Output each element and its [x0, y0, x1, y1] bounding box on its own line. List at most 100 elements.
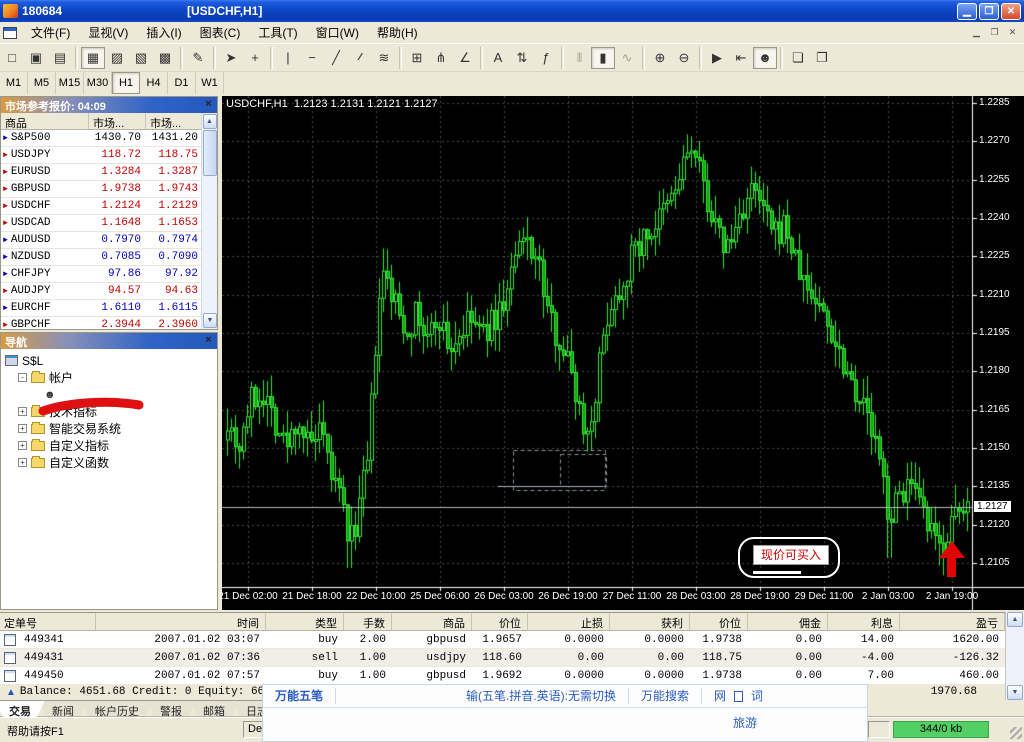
quote-row[interactable]: ►USDCHF1.21241.2129	[1, 198, 217, 215]
vertical-line-button[interactable]: |	[276, 47, 300, 69]
tree-expander-icon[interactable]: +	[18, 441, 27, 450]
tile-windows-button[interactable]: ❏	[786, 47, 810, 69]
menu-窗口(W)[interactable]: 窗口(W)	[307, 21, 368, 44]
orders-column-8[interactable]: 价位	[690, 613, 748, 630]
period-D1[interactable]: D1	[168, 72, 196, 94]
quote-row[interactable]: ►NZDUSD0.70850.7090	[1, 249, 217, 266]
nav-item-帐户[interactable]: -帐户	[3, 369, 217, 386]
arrow-objects-button[interactable]: ⇅	[510, 47, 534, 69]
order-row[interactable]: 4494312007.01.02 07:36sell1.00usdjpy118.…	[0, 649, 1024, 667]
close-button[interactable]: ✕	[1001, 3, 1021, 20]
orders-column-11[interactable]: 盈亏	[900, 613, 1005, 630]
order-row[interactable]: 4494502007.01.02 07:57buy1.00gbpusd1.969…	[0, 667, 1024, 685]
quote-row[interactable]: ►USDJPY118.72118.75	[1, 147, 217, 164]
scroll-down-icon[interactable]: ▼	[1007, 685, 1023, 700]
tree-expander-icon[interactable]: -	[18, 373, 27, 382]
cascade-windows-button[interactable]: ❐	[810, 47, 834, 69]
horizontal-line-button[interactable]: −	[300, 47, 324, 69]
trendline-button[interactable]: ╱	[324, 47, 348, 69]
period-M15[interactable]: M15	[56, 72, 84, 94]
child-close-button[interactable]: ✕	[1005, 26, 1020, 39]
quote-row[interactable]: ►GBPUSD1.97381.9743	[1, 181, 217, 198]
ime-tools[interactable]: 网词	[702, 688, 775, 704]
mw-column-0[interactable]: 商品	[1, 113, 89, 129]
period-M5[interactable]: M5	[28, 72, 56, 94]
quote-row[interactable]: ►GBPCHF2.39442.3960	[1, 317, 217, 330]
cursor-button[interactable]: ➤	[219, 47, 243, 69]
navigator-close-icon[interactable]: ×	[202, 334, 215, 347]
chart-window-icon[interactable]	[3, 27, 17, 39]
grid-button[interactable]: ⊞	[405, 47, 429, 69]
mw-column-2[interactable]: 市场...	[146, 113, 203, 129]
line-chart-button[interactable]: ∿	[615, 47, 639, 69]
menu-显视(V)[interactable]: 显视(V)	[79, 21, 137, 44]
page-icon[interactable]	[734, 691, 743, 702]
quote-row[interactable]: ►CHFJPY97.8697.92	[1, 266, 217, 283]
period-W1[interactable]: W1	[196, 72, 224, 94]
ime-candidate[interactable]: 旅游	[733, 714, 757, 731]
ime-input-area[interactable]	[336, 688, 454, 704]
menu-帮助(H)[interactable]: 帮助(H)	[368, 21, 427, 44]
menu-图表(C)[interactable]: 图表(C)	[191, 21, 250, 44]
nav-item-自定义指标[interactable]: +自定义指标	[3, 437, 217, 454]
tab-交易[interactable]: 交易	[0, 700, 45, 717]
orders-column-2[interactable]: 类型	[266, 613, 344, 630]
ime-word-button[interactable]: 词	[751, 689, 763, 703]
child-restore-button[interactable]: ❐	[987, 26, 1002, 39]
terminal-button[interactable]: ▧	[129, 47, 153, 69]
orders-column-1[interactable]: 时间	[96, 613, 266, 630]
orders-column-5[interactable]: 价位	[472, 613, 528, 630]
orders-scrollbar[interactable]: ▲ ▼	[1005, 612, 1024, 700]
orders-column-7[interactable]: 获利	[610, 613, 690, 630]
menu-文件(F)[interactable]: 文件(F)	[22, 21, 79, 44]
quote-row[interactable]: ►EURCHF1.61101.6115	[1, 300, 217, 317]
scroll-down-icon[interactable]: ▼	[203, 313, 217, 328]
market-watch-close-icon[interactable]: ×	[202, 98, 215, 111]
quote-row[interactable]: ►AUDUSD0.79700.7974	[1, 232, 217, 249]
period-M30[interactable]: M30	[84, 72, 112, 94]
print-button[interactable]: ▤	[48, 47, 72, 69]
zoom-in-button[interactable]: ⊕	[648, 47, 672, 69]
minimize-button[interactable]: ▁	[957, 3, 977, 20]
tree-expander-icon[interactable]: +	[18, 458, 27, 467]
candlestick-chart-button[interactable]: ▮	[591, 47, 615, 69]
market-watch-scrollbar[interactable]: ▲ ▼	[201, 114, 217, 329]
period-H4[interactable]: H4	[140, 72, 168, 94]
child-minimize-button[interactable]: ▁	[969, 26, 984, 39]
mw-column-1[interactable]: 市场...	[89, 113, 146, 129]
quote-row[interactable]: ►EURUSD1.32841.3287	[1, 164, 217, 181]
period-M1[interactable]: M1	[0, 72, 28, 94]
maximize-button[interactable]: ❐	[979, 3, 999, 20]
nav-item-自定义函数[interactable]: +自定义函数	[3, 454, 217, 471]
tree-expander-icon[interactable]: +	[18, 424, 27, 433]
ime-search-button[interactable]: 万能搜索	[629, 688, 702, 704]
scroll-up-icon[interactable]: ▲	[1007, 612, 1023, 627]
orders-column-9[interactable]: 佣金	[748, 613, 828, 630]
market-watch-button[interactable]: ▦	[81, 47, 105, 69]
navigator-button[interactable]: ▨	[105, 47, 129, 69]
menu-工具(T)[interactable]: 工具(T)	[249, 21, 306, 44]
bar-chart-button[interactable]: |||	[567, 47, 591, 69]
crosshair-button[interactable]: +	[243, 47, 267, 69]
pencil-button[interactable]: ✎	[186, 47, 210, 69]
tab-帐户历史[interactable]: 帐户历史	[81, 700, 153, 717]
channel-button[interactable]: ∕∕	[348, 47, 372, 69]
chart-shift-button[interactable]: ⇤	[729, 47, 753, 69]
nav-item-S$L[interactable]: S$L	[3, 352, 217, 369]
quote-row[interactable]: ►AUDJPY94.5794.63	[1, 283, 217, 300]
menu-插入(I)[interactable]: 插入(I)	[137, 21, 190, 44]
orders-column-3[interactable]: 手数	[344, 613, 392, 630]
pitchfork-button[interactable]: ⋔	[429, 47, 453, 69]
candlestick-chart[interactable]	[222, 96, 1024, 610]
auto-scroll-button[interactable]: ▶	[705, 47, 729, 69]
indicators-button[interactable]: ƒ	[534, 47, 558, 69]
gann-line-button[interactable]: ∠	[453, 47, 477, 69]
fibo-fan-button[interactable]: ≋	[372, 47, 396, 69]
orders-column-6[interactable]: 止损	[528, 613, 610, 630]
tab-新闻[interactable]: 新闻	[38, 700, 88, 717]
text-label-button[interactable]: A	[486, 47, 510, 69]
scroll-up-icon[interactable]: ▲	[203, 114, 217, 129]
ime-net-button[interactable]: 网	[714, 689, 726, 703]
order-row[interactable]: 4493412007.01.02 03:07buy2.00gbpusd1.965…	[0, 631, 1024, 649]
tree-expander-icon[interactable]: +	[18, 407, 27, 416]
